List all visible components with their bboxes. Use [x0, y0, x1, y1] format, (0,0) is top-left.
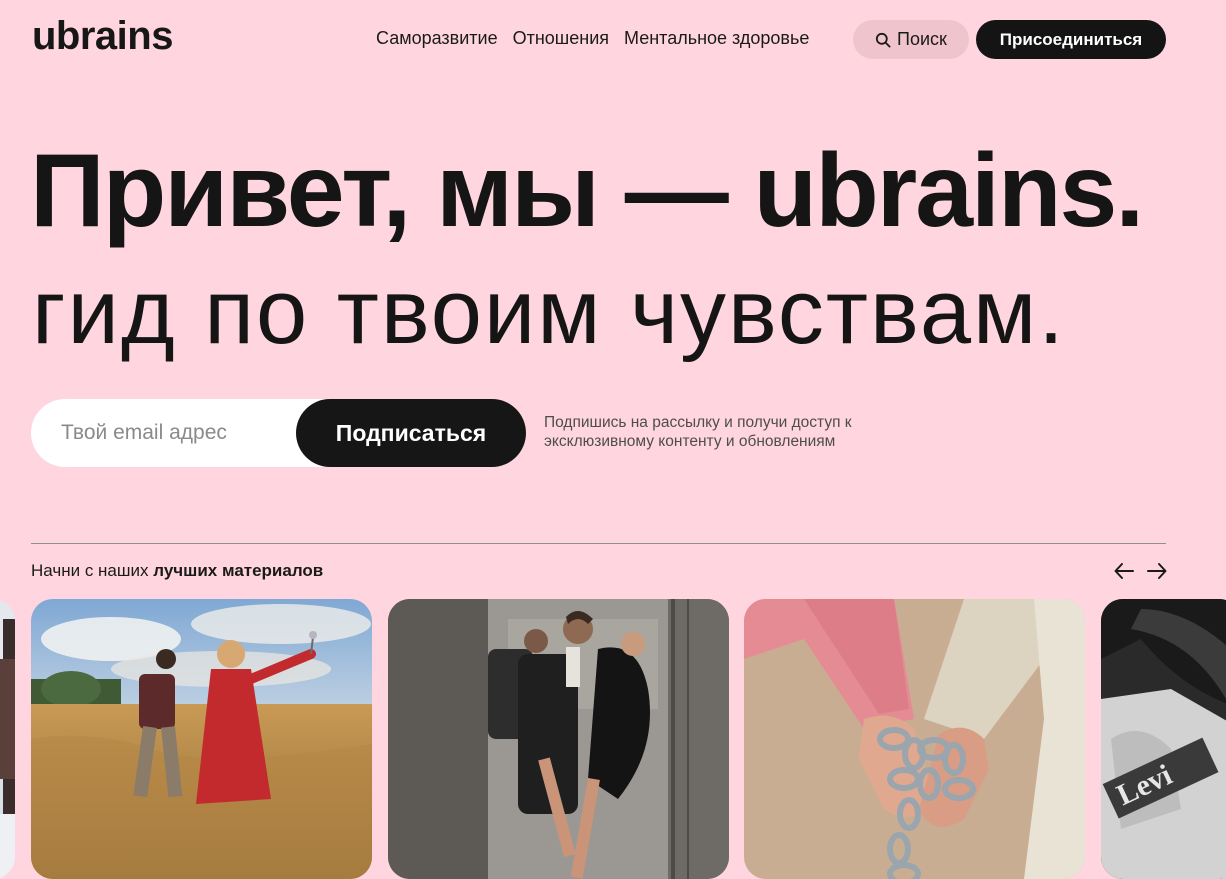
logo[interactable]: ubrains [32, 14, 173, 59]
search-button[interactable]: Поиск [853, 20, 969, 59]
nav-item-mental-health[interactable]: Ментальное здоровье [624, 28, 809, 49]
material-card[interactable] [0, 599, 15, 879]
couple-in-wheat-field-photo [31, 599, 372, 879]
header: ubrains Саморазвитие Отношения Ментально… [0, 0, 1226, 80]
join-button[interactable]: Присоединиться [976, 20, 1166, 59]
hero-title: Привет, мы — ubrains. [30, 133, 1144, 249]
arrow-right-icon[interactable] [1146, 560, 1168, 582]
subscribe-button[interactable]: Подписаться [296, 399, 526, 467]
material-card[interactable]: Levi [1101, 599, 1226, 879]
search-icon [875, 32, 891, 48]
subscribe-note: Подпишись на рассылку и получи доступ к … [544, 414, 852, 450]
nav-item-self-development[interactable]: Саморазвитие [376, 28, 498, 49]
man-in-levis-shirt-photo: Levi [1101, 599, 1226, 879]
section-label-prefix: Начни с наших [31, 561, 149, 580]
section-divider [31, 543, 1166, 544]
chained-hands-photo [744, 599, 1085, 879]
material-card[interactable] [744, 599, 1085, 879]
section-label-bold: лучших материалов [153, 561, 324, 580]
section-label: Начни с наших лучших материалов [31, 561, 323, 581]
main-nav: Саморазвитие Отношения Ментальное здоров… [376, 28, 809, 49]
subscribe-form: Подписаться [31, 399, 526, 467]
search-label: Поиск [897, 29, 947, 49]
email-input[interactable] [61, 399, 291, 467]
material-card[interactable] [31, 599, 372, 879]
winter-trees-photo [0, 599, 15, 879]
nav-item-relationships[interactable]: Отношения [513, 28, 609, 49]
couple-in-elevator-photo [388, 599, 729, 879]
material-card[interactable] [388, 599, 729, 879]
hero-subtitle: гид по твоим чувствам. [32, 261, 1066, 363]
arrow-left-icon[interactable] [1113, 560, 1135, 582]
